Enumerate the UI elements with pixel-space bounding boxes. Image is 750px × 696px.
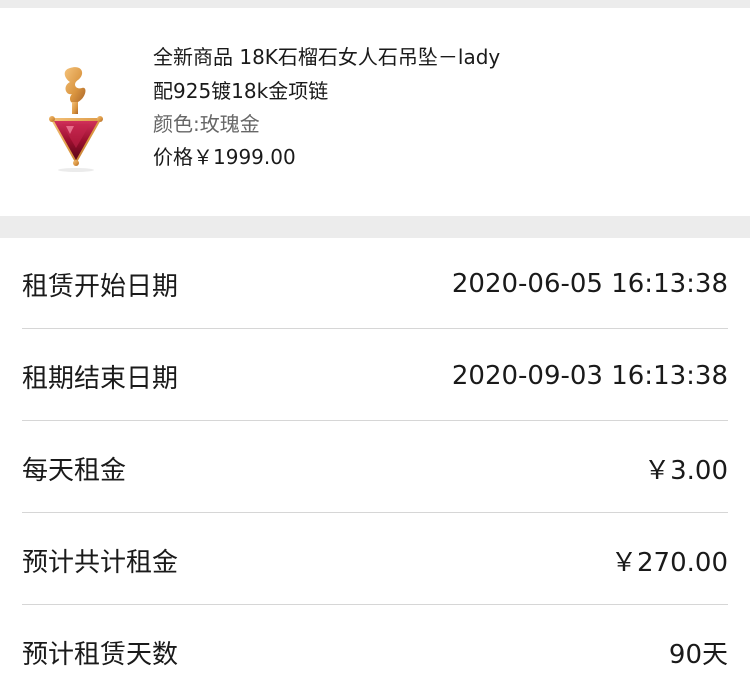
- rental-days-row: 预计租赁天数 90天: [22, 606, 728, 696]
- rental-end-row: 租期结束日期 2020-09-03 16:13:38: [22, 330, 728, 422]
- rental-start-value: 2020-06-05 16:13:38: [451, 269, 728, 299]
- product-color: 颜色:玫瑰金: [153, 112, 260, 136]
- row-divider: [22, 604, 728, 605]
- daily-rent-value: ￥3.00: [644, 455, 728, 486]
- rental-order-page: 全新商品 18K石榴石女人石吊坠－lady 配925镀18k金项链 颜色:玫瑰金…: [0, 0, 750, 696]
- rental-start-label: 租赁开始日期: [22, 271, 179, 302]
- pendant-image: [49, 67, 103, 172]
- rental-start-row: 租赁开始日期 2020-06-05 16:13:38: [22, 238, 728, 330]
- product-card[interactable]: 全新商品 18K石榴石女人石吊坠－lady 配925镀18k金项链 颜色:玫瑰金…: [0, 8, 750, 216]
- product-price: 价格￥1999.00: [153, 145, 296, 169]
- rental-days-value: 90天: [668, 639, 728, 670]
- daily-rent-row: 每天租金 ￥3.00: [22, 422, 728, 514]
- total-rent-row: 预计共计租金 ￥270.00: [22, 514, 728, 606]
- product-title: 全新商品 18K石榴石女人石吊坠－lady 配925镀18k金项链: [153, 40, 553, 108]
- row-divider: [22, 328, 728, 329]
- product-title-line-1: 全新商品 18K石榴石女人石吊坠－lady: [153, 45, 501, 69]
- row-divider: [22, 420, 728, 421]
- total-rent-label: 预计共计租金: [22, 547, 179, 578]
- rental-end-label: 租期结束日期: [22, 363, 179, 394]
- section-divider: [0, 216, 750, 238]
- rental-end-value: 2020-09-03 16:13:38: [451, 361, 728, 391]
- daily-rent-label: 每天租金: [22, 455, 127, 486]
- product-title-line-2: 配925镀18k金项链: [153, 79, 329, 103]
- row-divider: [22, 512, 728, 513]
- rental-details: 租赁开始日期 2020-06-05 16:13:38 租期结束日期 2020-0…: [0, 238, 750, 696]
- total-rent-value: ￥270.00: [611, 547, 728, 578]
- product-info: 全新商品 18K石榴石女人石吊坠－lady 配925镀18k金项链 颜色:玫瑰金…: [153, 40, 553, 174]
- rental-days-label: 预计租赁天数: [22, 639, 179, 670]
